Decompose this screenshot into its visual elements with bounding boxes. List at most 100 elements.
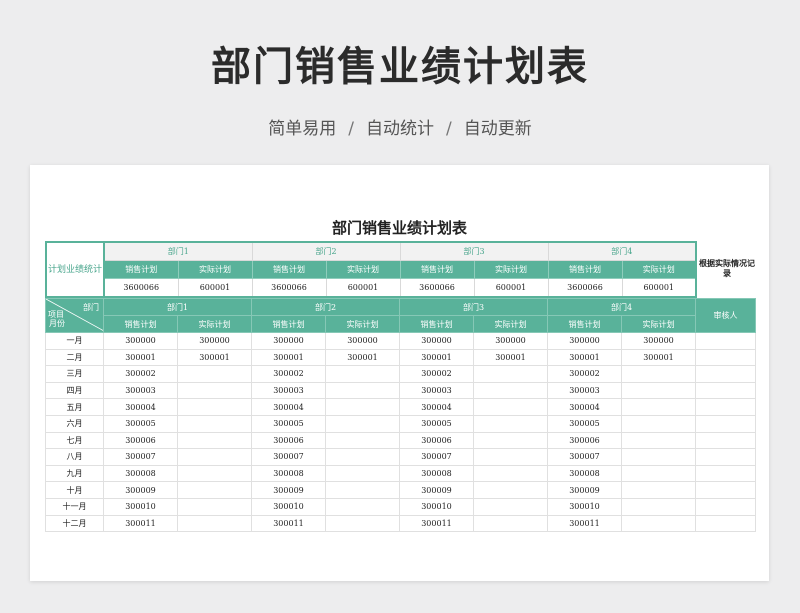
- reviewer-cell[interactable]: [695, 365, 756, 383]
- value-cell[interactable]: [177, 381, 252, 400]
- reviewer-cell[interactable]: [695, 464, 756, 483]
- value-cell[interactable]: [325, 431, 400, 450]
- value-cell[interactable]: 300006: [399, 431, 474, 450]
- value-cell[interactable]: 300009: [547, 481, 622, 499]
- value-cell[interactable]: 300008: [103, 464, 178, 483]
- value-cell[interactable]: 300005: [103, 414, 178, 433]
- reviewer-cell[interactable]: [695, 332, 756, 350]
- value-cell[interactable]: 300006: [103, 431, 178, 450]
- value-cell[interactable]: [325, 381, 400, 400]
- value-cell[interactable]: 300001: [621, 348, 696, 367]
- value-cell[interactable]: 300007: [399, 448, 474, 466]
- value-cell[interactable]: 300000: [547, 332, 622, 350]
- value-cell[interactable]: [621, 381, 696, 400]
- value-cell[interactable]: 300001: [547, 348, 622, 367]
- value-cell[interactable]: [325, 514, 400, 533]
- plan-value-cell[interactable]: 3600066: [547, 278, 623, 298]
- value-cell[interactable]: [473, 514, 548, 533]
- value-cell[interactable]: [177, 365, 252, 383]
- value-cell[interactable]: 300004: [399, 398, 474, 416]
- value-cell[interactable]: [177, 464, 252, 483]
- value-cell[interactable]: 300007: [547, 448, 622, 466]
- value-cell[interactable]: [473, 448, 548, 466]
- value-cell[interactable]: [325, 481, 400, 499]
- value-cell[interactable]: [325, 414, 400, 433]
- value-cell[interactable]: 300001: [325, 348, 400, 367]
- value-cell[interactable]: 300000: [251, 332, 326, 350]
- value-cell[interactable]: 300010: [399, 497, 474, 516]
- value-cell[interactable]: 300009: [103, 481, 178, 499]
- value-cell[interactable]: [473, 497, 548, 516]
- value-cell[interactable]: 300001: [103, 348, 178, 367]
- plan-value-cell[interactable]: 600001: [621, 278, 697, 298]
- value-cell[interactable]: [177, 414, 252, 433]
- value-cell[interactable]: [621, 431, 696, 450]
- value-cell[interactable]: 300008: [251, 464, 326, 483]
- value-cell[interactable]: 300001: [399, 348, 474, 367]
- value-cell[interactable]: 300011: [547, 514, 622, 533]
- value-cell[interactable]: 300004: [251, 398, 326, 416]
- value-cell[interactable]: 300005: [399, 414, 474, 433]
- reviewer-cell[interactable]: [695, 348, 756, 367]
- value-cell[interactable]: 300001: [177, 348, 252, 367]
- value-cell[interactable]: [621, 448, 696, 466]
- value-cell[interactable]: 300009: [251, 481, 326, 499]
- value-cell[interactable]: [325, 464, 400, 483]
- value-cell[interactable]: [177, 398, 252, 416]
- plan-value-cell[interactable]: 3600066: [399, 278, 475, 298]
- plan-value-cell[interactable]: 600001: [177, 278, 253, 298]
- value-cell[interactable]: 300008: [399, 464, 474, 483]
- value-cell[interactable]: 300011: [399, 514, 474, 533]
- value-cell[interactable]: 300005: [251, 414, 326, 433]
- value-cell[interactable]: [621, 464, 696, 483]
- value-cell[interactable]: [621, 414, 696, 433]
- value-cell[interactable]: [621, 514, 696, 533]
- value-cell[interactable]: [325, 448, 400, 466]
- value-cell[interactable]: 300010: [547, 497, 622, 516]
- value-cell[interactable]: 300000: [325, 332, 400, 350]
- value-cell[interactable]: 300003: [399, 381, 474, 400]
- reviewer-cell[interactable]: [695, 481, 756, 499]
- value-cell[interactable]: 300011: [103, 514, 178, 533]
- value-cell[interactable]: [177, 431, 252, 450]
- value-cell[interactable]: 300003: [103, 381, 178, 400]
- value-cell[interactable]: 300003: [251, 381, 326, 400]
- plan-value-cell[interactable]: 600001: [473, 278, 549, 298]
- value-cell[interactable]: [325, 365, 400, 383]
- value-cell[interactable]: 300006: [547, 431, 622, 450]
- plan-value-cell[interactable]: 3600066: [251, 278, 327, 298]
- value-cell[interactable]: 300006: [251, 431, 326, 450]
- value-cell[interactable]: [473, 481, 548, 499]
- value-cell[interactable]: 300000: [621, 332, 696, 350]
- value-cell[interactable]: 300000: [103, 332, 178, 350]
- value-cell[interactable]: [473, 365, 548, 383]
- value-cell[interactable]: [473, 431, 548, 450]
- value-cell[interactable]: [325, 497, 400, 516]
- reviewer-cell[interactable]: [695, 497, 756, 516]
- plan-value-cell[interactable]: 600001: [325, 278, 401, 298]
- value-cell[interactable]: 300000: [473, 332, 548, 350]
- value-cell[interactable]: 300002: [547, 365, 622, 383]
- value-cell[interactable]: 300011: [251, 514, 326, 533]
- reviewer-cell[interactable]: [695, 398, 756, 416]
- value-cell[interactable]: 300010: [103, 497, 178, 516]
- reviewer-cell[interactable]: [695, 448, 756, 466]
- value-cell[interactable]: 300004: [103, 398, 178, 416]
- reviewer-cell[interactable]: [695, 431, 756, 450]
- value-cell[interactable]: 300002: [251, 365, 326, 383]
- value-cell[interactable]: 300007: [251, 448, 326, 466]
- value-cell[interactable]: 300000: [177, 332, 252, 350]
- value-cell[interactable]: [177, 514, 252, 533]
- value-cell[interactable]: [325, 398, 400, 416]
- value-cell[interactable]: 300000: [399, 332, 474, 350]
- value-cell[interactable]: [473, 381, 548, 400]
- value-cell[interactable]: [473, 464, 548, 483]
- value-cell[interactable]: 300008: [547, 464, 622, 483]
- value-cell[interactable]: [473, 414, 548, 433]
- value-cell[interactable]: 300002: [103, 365, 178, 383]
- value-cell[interactable]: [621, 497, 696, 516]
- reviewer-cell[interactable]: [695, 381, 756, 400]
- value-cell[interactable]: 300005: [547, 414, 622, 433]
- value-cell[interactable]: 300009: [399, 481, 474, 499]
- value-cell[interactable]: [621, 365, 696, 383]
